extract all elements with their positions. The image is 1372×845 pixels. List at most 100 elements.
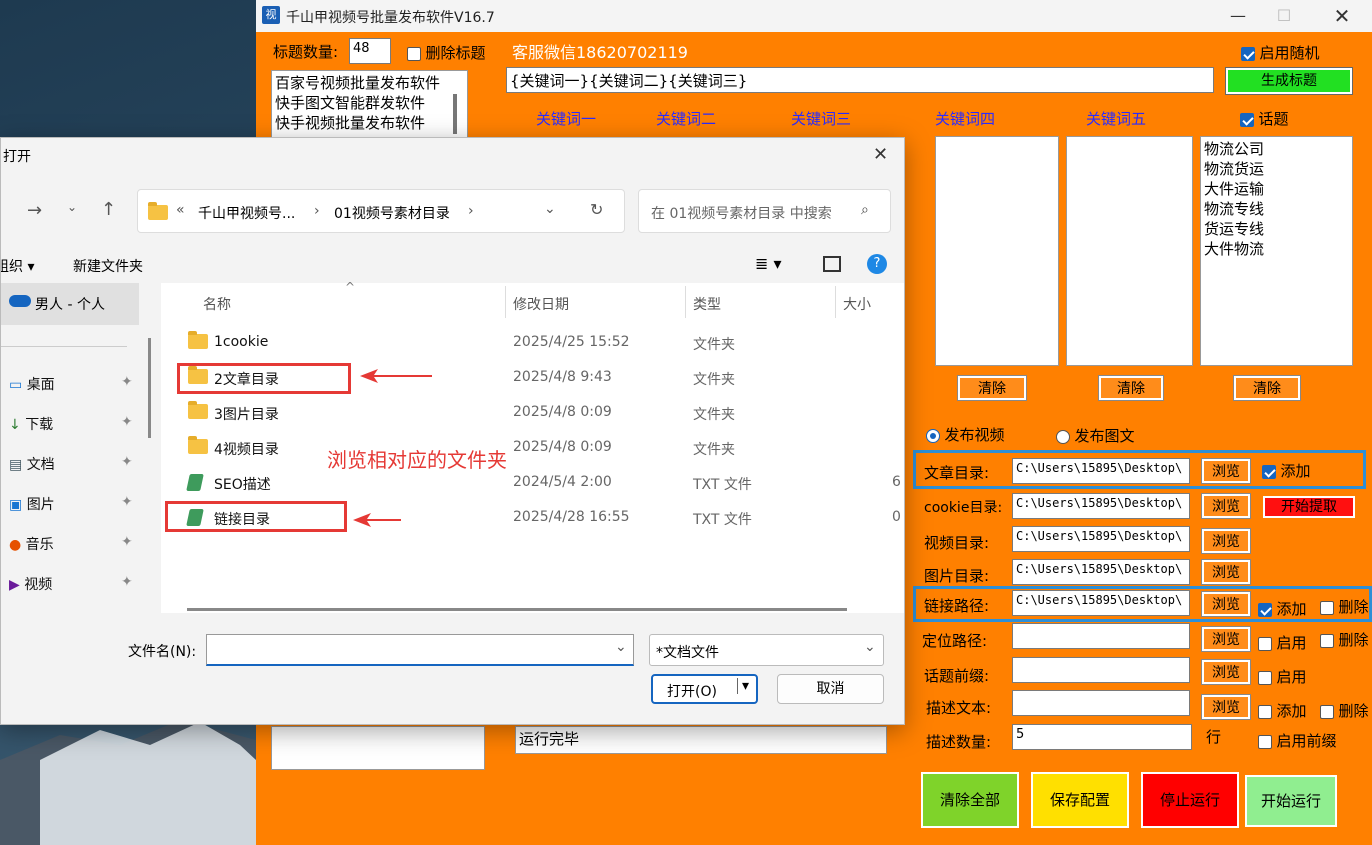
- refresh-icon[interactable]: ↻: [590, 200, 603, 219]
- topic-prefix-browse-button[interactable]: 浏览: [1201, 659, 1251, 685]
- cookie-dir-browse-button[interactable]: 浏览: [1201, 493, 1251, 519]
- new-folder-button[interactable]: 新建文件夹: [73, 256, 143, 276]
- up-icon[interactable]: ↑: [101, 199, 116, 220]
- pin-icon: ✦: [121, 574, 133, 590]
- text-file-icon: [186, 474, 204, 491]
- column-header-size[interactable]: 大小: [843, 294, 871, 314]
- clear-keyword-4-button[interactable]: 清除: [957, 375, 1027, 401]
- title-list-scrollbar[interactable]: [453, 94, 457, 134]
- sidebar-item-desktop[interactable]: ▭ 桌面 ✦: [9, 374, 133, 394]
- keyword-4-textbox[interactable]: [935, 136, 1059, 366]
- column-divider[interactable]: [505, 286, 506, 318]
- organize-menu[interactable]: 组织 ▾: [1, 256, 34, 276]
- start-run-button[interactable]: 开始运行: [1245, 775, 1337, 827]
- filename-input[interactable]: ⌄: [206, 634, 634, 666]
- location-enable-checkbox[interactable]: 启用: [1258, 632, 1306, 653]
- topic-textbox[interactable]: 物流公司 物流货运 大件运输 物流专线 货运专线 大件物流: [1200, 136, 1353, 366]
- article-add-checkbox[interactable]: 添加: [1262, 460, 1310, 481]
- topic-prefix-enable-checkbox[interactable]: 启用: [1258, 666, 1306, 687]
- preview-pane-icon[interactable]: [823, 256, 841, 272]
- chevron-down-icon[interactable]: ⌄: [544, 201, 556, 217]
- clear-keyword-5-button[interactable]: 清除: [1098, 375, 1164, 401]
- column-header-type[interactable]: 类型: [693, 294, 721, 314]
- address-bar[interactable]: « 千山甲视频号... › 01视频号素材目录 › ⌄ ↻: [137, 189, 625, 233]
- column-header-date[interactable]: 修改日期: [513, 294, 569, 314]
- topic-checkbox[interactable]: 话题: [1240, 108, 1288, 129]
- link-add-checkbox[interactable]: 添加: [1258, 598, 1306, 619]
- left-list-box[interactable]: [271, 726, 485, 770]
- sidebar-item-videos[interactable]: ▶ 视频 ✦: [9, 574, 133, 594]
- radio-dot: [1056, 430, 1070, 444]
- open-button[interactable]: 打开(O) ▾: [651, 674, 758, 704]
- enable-random-checkbox[interactable]: 启用随机: [1241, 42, 1319, 63]
- file-row[interactable]: 4视频目录 2025/4/8 0:09 文件夹: [188, 436, 888, 458]
- generate-title-button[interactable]: 生成标题: [1225, 67, 1353, 95]
- video-dir-label: 视频目录:: [924, 534, 990, 552]
- sidebar-item-music[interactable]: ● 音乐 ✦: [9, 534, 133, 554]
- sidebar-item-documents[interactable]: ▤ 文档 ✦: [9, 454, 133, 474]
- title-list[interactable]: 百家号视频批量发布软件 快手图文智能群发软件 快手视频批量发布软件: [271, 70, 468, 140]
- link-path-input[interactable]: C:\Users\15895\Desktop\: [1012, 590, 1190, 616]
- help-icon[interactable]: ?: [867, 254, 887, 274]
- clear-topic-button[interactable]: 清除: [1233, 375, 1301, 401]
- desc-text-input[interactable]: [1012, 690, 1190, 716]
- location-path-input[interactable]: [1012, 623, 1190, 649]
- view-menu-icon[interactable]: ≣ ▾: [755, 254, 782, 273]
- topic-prefix-input[interactable]: [1012, 657, 1190, 683]
- app-title: 千山甲视频号批量发布软件V16.7: [286, 10, 495, 26]
- column-divider[interactable]: [835, 286, 836, 318]
- clear-all-button[interactable]: 清除全部: [921, 772, 1019, 828]
- delete-title-checkbox[interactable]: 删除标题: [407, 42, 485, 63]
- start-extract-button[interactable]: 开始提取: [1263, 496, 1355, 518]
- breadcrumb-item[interactable]: 千山甲视频号...: [198, 203, 295, 223]
- desc-count-input[interactable]: 5: [1012, 724, 1192, 750]
- filetype-value: *文档文件: [656, 645, 719, 661]
- article-dir-browse-button[interactable]: 浏览: [1201, 458, 1251, 484]
- location-delete-checkbox[interactable]: 删除: [1320, 629, 1372, 650]
- publish-image-radio[interactable]: 发布图文: [1056, 425, 1134, 446]
- sidebar-scrollbar[interactable]: [148, 338, 151, 438]
- forward-icon[interactable]: →: [27, 200, 42, 221]
- file-list-scrollbar[interactable]: [187, 608, 847, 611]
- desc-text-browse-button[interactable]: 浏览: [1201, 694, 1251, 720]
- sidebar-divider: [1, 346, 127, 347]
- enable-prefix-checkbox[interactable]: 启用前缀: [1258, 730, 1336, 751]
- image-dir-input[interactable]: C:\Users\15895\Desktop\: [1012, 559, 1190, 585]
- save-config-button[interactable]: 保存配置: [1031, 772, 1129, 828]
- cookie-dir-input[interactable]: C:\Users\15895\Desktop\: [1012, 493, 1190, 519]
- breadcrumb-item[interactable]: 01视频号素材目录: [334, 203, 450, 223]
- minimize-button[interactable]: —: [1216, 4, 1260, 28]
- dialog-close-icon[interactable]: ✕: [873, 144, 888, 165]
- title-count-input[interactable]: 48: [349, 38, 391, 64]
- filetype-select[interactable]: *文档文件 ⌄: [649, 634, 884, 666]
- column-header-name[interactable]: 名称: [203, 294, 231, 314]
- video-dir-input[interactable]: C:\Users\15895\Desktop\: [1012, 526, 1190, 552]
- sidebar-item-downloads[interactable]: ↓ 下载 ✦: [9, 414, 133, 434]
- sidebar-item-onedrive[interactable]: 男人 - 个人: [1, 283, 139, 325]
- keyword-5-textbox[interactable]: [1066, 136, 1193, 366]
- location-path-browse-button[interactable]: 浏览: [1201, 626, 1251, 652]
- close-button[interactable]: ✕: [1320, 4, 1364, 28]
- image-dir-browse-button[interactable]: 浏览: [1201, 559, 1251, 585]
- chevron-down-icon[interactable]: ⌄: [615, 639, 627, 655]
- dropdown-arrow-icon[interactable]: ▾: [737, 678, 749, 694]
- file-row[interactable]: 3图片目录 2025/4/8 0:09 文件夹: [188, 401, 888, 423]
- desc-add-checkbox[interactable]: 添加: [1258, 700, 1306, 721]
- sidebar-item-pictures[interactable]: ▣ 图片 ✦: [9, 494, 133, 514]
- chevron-down-icon[interactable]: ⌄: [67, 200, 77, 214]
- file-row[interactable]: 1cookie 2025/4/25 15:52 文件夹: [188, 331, 888, 353]
- file-row[interactable]: SEO描述 2024/5/4 2:00 TXT 文件 6: [186, 474, 904, 495]
- cancel-button[interactable]: 取消: [777, 674, 884, 704]
- keyword-template-input[interactable]: {关键词一}{关键词二}{关键词三}: [506, 67, 1214, 93]
- stop-run-button[interactable]: 停止运行: [1141, 772, 1239, 828]
- maximize-button[interactable]: ☐: [1262, 4, 1306, 28]
- desc-delete-checkbox[interactable]: 删除: [1320, 700, 1372, 721]
- article-dir-input[interactable]: C:\Users\15895\Desktop\: [1012, 458, 1190, 484]
- column-divider[interactable]: [685, 286, 686, 318]
- search-box[interactable]: 在 01视频号素材目录 中搜索 ⌕: [638, 189, 891, 233]
- title-list-item: 百家号视频批量发布软件: [275, 74, 441, 92]
- video-dir-browse-button[interactable]: 浏览: [1201, 528, 1251, 554]
- link-path-browse-button[interactable]: 浏览: [1201, 591, 1251, 617]
- link-delete-checkbox[interactable]: 删除: [1320, 596, 1372, 617]
- publish-video-radio[interactable]: 发布视频: [926, 424, 1004, 445]
